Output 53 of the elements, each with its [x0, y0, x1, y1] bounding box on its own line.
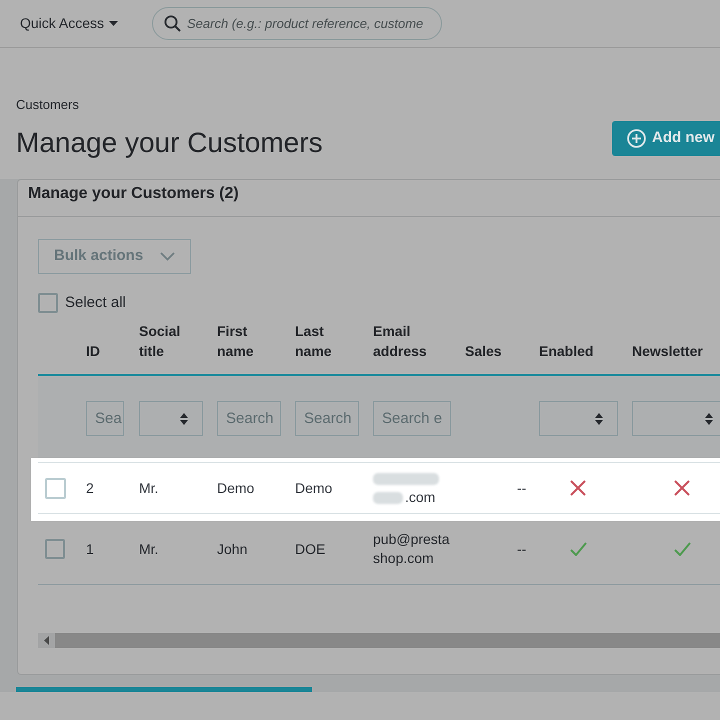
- chevron-down-icon: [160, 252, 175, 261]
- column-header: Last name: [295, 322, 333, 361]
- card-title: Manage your Customers (2): [28, 184, 239, 204]
- check-icon[interactable]: [570, 542, 587, 556]
- scroll-left-button[interactable]: [38, 633, 55, 648]
- scroll-left-icon: [44, 636, 49, 645]
- blurred-text-drawing: [373, 492, 403, 504]
- table-cell: John: [217, 540, 248, 556]
- table-cell: Demo: [217, 480, 254, 496]
- filter-select[interactable]: [139, 401, 203, 436]
- add-new-button[interactable]: Add new: [612, 121, 720, 156]
- caret-icon: [109, 21, 118, 26]
- column-header: First name: [217, 322, 255, 361]
- column-header: Email address: [373, 322, 428, 361]
- filter-input[interactable]: Search: [217, 401, 281, 436]
- scrollbar-thumb[interactable]: [55, 633, 720, 648]
- search-field[interactable]: Search (e.g.: product reference, custome: [152, 7, 442, 40]
- filter-input[interactable]: Sea: [86, 401, 124, 436]
- table-cell: 1: [86, 540, 94, 556]
- check-icon[interactable]: [674, 542, 691, 556]
- table-cell: Mr.: [139, 540, 158, 556]
- column-header: ID: [86, 342, 100, 361]
- filter-input[interactable]: Search: [295, 401, 359, 436]
- select-all-checkbox[interactable]: [38, 293, 58, 313]
- table-cell: --: [517, 540, 526, 556]
- page-title: Manage your Customers: [16, 126, 323, 160]
- table-cell: Mr.: [139, 480, 158, 496]
- column-header: Sales: [465, 342, 502, 361]
- row-checkbox[interactable]: [45, 478, 66, 498]
- quick-access-menu[interactable]: Quick Access: [20, 13, 132, 34]
- filter-input[interactable]: Search e: [373, 401, 451, 436]
- plus-circle-icon: [627, 129, 646, 148]
- table-cell: --: [517, 480, 526, 496]
- select-arrows-icon: [705, 412, 713, 424]
- filter-select[interactable]: [632, 401, 720, 436]
- select-arrows-icon: [180, 412, 188, 424]
- table-cell: .com: [405, 488, 436, 507]
- table-cell: 2: [86, 480, 94, 496]
- table-cell-text: pub@prestashop.com: [373, 530, 450, 568]
- search-icon: [164, 15, 181, 32]
- table-cell: Demo: [295, 480, 332, 496]
- column-header: Newsletter: [632, 342, 703, 361]
- filter-select[interactable]: [539, 401, 618, 436]
- column-header: Social title: [139, 322, 182, 361]
- table-cell: DOE: [295, 540, 326, 556]
- select-arrows-icon: [595, 412, 603, 424]
- column-header: Enabled: [539, 342, 594, 361]
- cross-icon[interactable]: [570, 480, 586, 496]
- select-all-label[interactable]: Select all: [65, 293, 126, 313]
- row-checkbox[interactable]: [45, 539, 65, 559]
- breadcrumb-link[interactable]: Customers: [16, 96, 79, 114]
- search-input[interactable]: Search (e.g.: product reference, custome: [187, 12, 437, 36]
- cross-icon[interactable]: [674, 480, 690, 496]
